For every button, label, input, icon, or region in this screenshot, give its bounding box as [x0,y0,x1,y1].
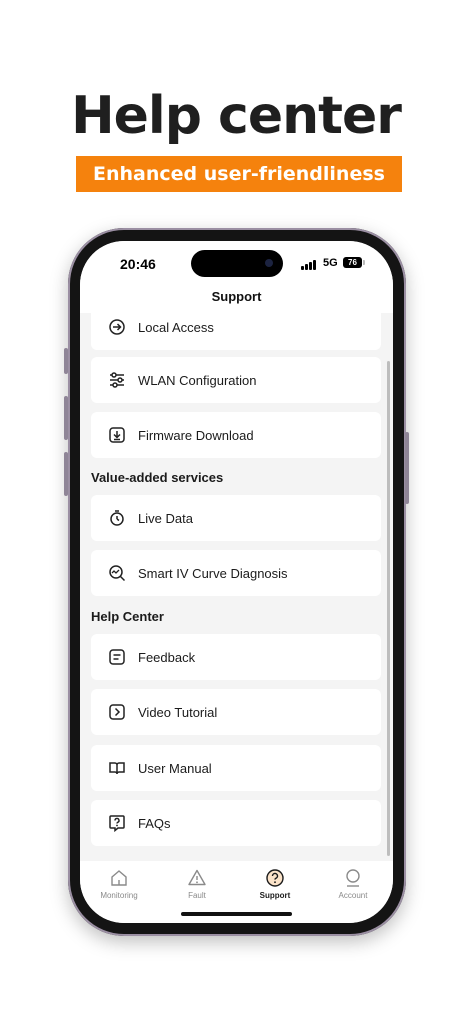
video-icon [107,702,127,722]
list-item-label: WLAN Configuration [138,372,257,388]
list-item-label: Video Tutorial [138,704,218,720]
network-type: 5G [323,257,338,269]
section-header-value-added: Value-added services [91,470,224,485]
tab-label: Support [259,891,291,900]
battery-icon: 76 [343,257,362,268]
tab-account[interactable]: Account [318,867,388,900]
phone-side-button [64,348,68,374]
list-item-label: FAQs [138,815,171,831]
home-icon [84,867,154,889]
status-bar: 20:46 5G 76 [80,241,393,285]
app-screen: 20:46 5G 76 Support Local Access WLAN Co… [80,241,393,923]
curve-search-icon [107,563,127,583]
list-item-label: Local Access [138,319,214,335]
book-icon [107,758,127,778]
feedback-icon [107,647,127,667]
list-item-feedback[interactable]: Feedback [91,634,381,680]
list-item-wlan-configuration[interactable]: WLAN Configuration [91,357,381,403]
tab-label: Fault [188,891,206,900]
phone-volume-down [64,452,68,496]
signal-icon [301,260,316,270]
account-icon [318,867,388,889]
dynamic-island [191,250,283,277]
list-item-label: Firmware Download [138,427,254,443]
home-indicator[interactable] [181,912,292,916]
promo-banner: Enhanced user-friendliness [76,156,402,192]
list-item-smart-iv-curve[interactable]: Smart IV Curve Diagnosis [91,550,381,596]
page-title: Support [211,289,262,304]
download-icon [107,425,127,445]
section-header-help-center: Help Center [91,609,164,624]
list-item-label: User Manual [138,760,212,776]
tab-monitoring[interactable]: Monitoring [84,867,154,900]
tab-fault[interactable]: Fault [162,867,232,900]
scrollbar[interactable] [387,361,390,856]
support-icon [240,867,310,889]
list-item-label: Smart IV Curve Diagnosis [138,565,288,581]
list-item-label: Feedback [138,649,196,665]
tab-support[interactable]: Support [240,867,310,900]
warning-icon [162,867,232,889]
list-item-live-data[interactable]: Live Data [91,495,381,541]
support-list[interactable]: Local Access WLAN Configuration Firmware… [80,313,393,861]
promo-headline: Help center [71,86,402,146]
list-item-video-tutorial[interactable]: Video Tutorial [91,689,381,735]
login-arrow-icon [107,317,127,337]
sliders-icon [107,370,127,390]
phone-power-button [405,432,409,504]
tab-label: Monitoring [100,891,138,900]
question-icon [107,813,127,833]
phone-volume-up [64,396,68,440]
list-item-faqs[interactable]: FAQs [91,800,381,846]
list-item-user-manual[interactable]: User Manual [91,745,381,791]
stopwatch-icon [107,508,127,528]
list-item-label: Live Data [138,510,193,526]
tab-label: Account [338,891,368,900]
list-item-firmware-download[interactable]: Firmware Download [91,412,381,458]
battery-level: 76 [348,258,357,267]
list-item-local-access[interactable]: Local Access [91,313,381,350]
nav-bar: Support [80,285,393,313]
status-time: 20:46 [120,256,156,272]
